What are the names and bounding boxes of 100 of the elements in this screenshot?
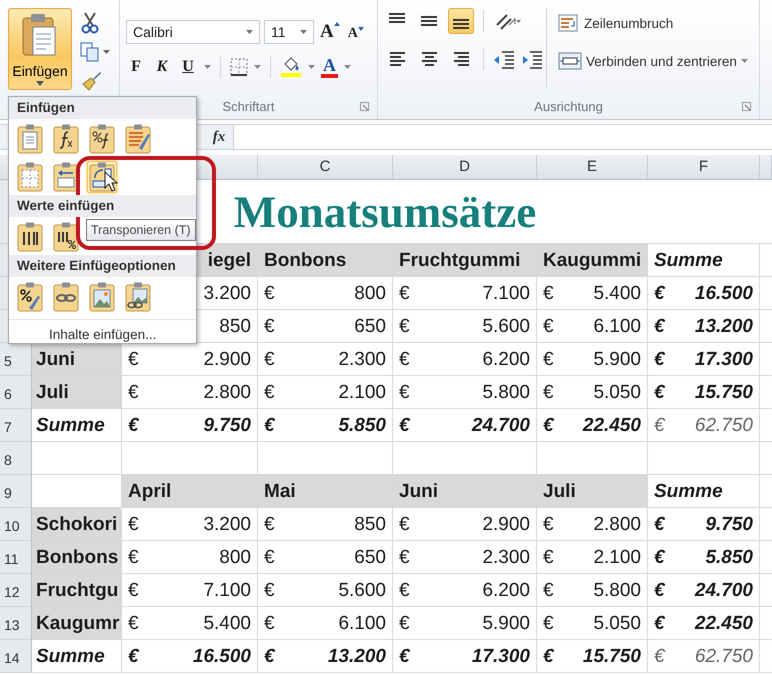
clipboard-linked-picture-icon	[125, 282, 151, 312]
amount: 850	[354, 514, 386, 536]
caret-icon	[740, 59, 748, 63]
currency-symbol: €	[543, 283, 554, 305]
amount: 9.750	[705, 514, 753, 536]
currency-symbol: €	[543, 613, 554, 635]
font-color-button[interactable]: A	[321, 56, 338, 78]
amount: 7.100	[203, 580, 251, 602]
currency-symbol: €	[654, 514, 665, 536]
clipboard-values-percent-icon	[53, 222, 79, 252]
decrease-indent-icon[interactable]	[493, 49, 515, 69]
currency-symbol: €	[264, 613, 275, 635]
font-style-button[interactable]: U	[178, 58, 198, 76]
amount: 5.900	[482, 613, 530, 635]
amount: 15.750	[694, 382, 753, 404]
fill-color-icon[interactable]	[280, 56, 302, 78]
dialog-launcher-icon[interactable]	[360, 102, 369, 111]
copy-icon[interactable]	[80, 42, 100, 62]
amount: 800	[219, 547, 251, 569]
font-style-button[interactable]: F	[126, 58, 146, 76]
caret-icon[interactable]	[103, 50, 110, 54]
up-triangle-icon	[334, 22, 340, 26]
currency-symbol: €	[399, 349, 410, 371]
row-number[interactable]: 13	[0, 607, 32, 640]
lines-icon	[453, 19, 469, 29]
row-number[interactable]: 5	[0, 343, 32, 376]
paintbrush-icon[interactable]	[80, 70, 102, 92]
row-label: Kaugumr	[32, 607, 122, 640]
menu-section-heading: Einfügen	[9, 97, 196, 119]
font-size-dropdown[interactable]: 11	[264, 20, 314, 44]
clipboard-brush-icon	[125, 124, 151, 154]
currency-symbol: €	[399, 514, 410, 536]
row-number[interactable]: 12	[0, 574, 32, 607]
currency-symbol: €	[399, 415, 410, 437]
column-header[interactable]: D	[393, 155, 537, 179]
amount: 2.100	[593, 547, 641, 569]
function-label[interactable]: fx	[205, 125, 233, 149]
font-style-button[interactable]: K	[152, 58, 172, 76]
paste-option-button[interactable]	[87, 123, 117, 155]
row-label: Juni	[32, 343, 122, 376]
font-name-dropdown[interactable]: Calibri	[126, 20, 260, 44]
amount: 5.400	[593, 283, 641, 305]
dialog-launcher-icon[interactable]	[742, 102, 751, 111]
currency-symbol: €	[543, 382, 554, 404]
shrink-font-button[interactable]: A	[346, 26, 366, 42]
currency-symbol: €	[128, 415, 139, 437]
row-number[interactable]: 10	[0, 508, 32, 541]
group-label: Ausrichtung	[534, 98, 603, 116]
caret-icon[interactable]	[308, 65, 315, 69]
currency-symbol: €	[399, 547, 410, 569]
clipboard-formula-icon	[53, 124, 79, 154]
vertical-align-button[interactable]	[448, 8, 474, 34]
currency-symbol: €	[543, 349, 554, 371]
row-number[interactable]: 11	[0, 541, 32, 574]
caret-icon[interactable]	[254, 65, 261, 69]
amount: 3.200	[203, 283, 251, 305]
increase-indent-icon[interactable]	[521, 49, 543, 69]
amount: 3.200	[203, 514, 251, 536]
merge-center-button[interactable]: Verbinden und zentrieren	[556, 49, 750, 73]
column-heading: Fruchtgummi	[393, 244, 537, 277]
amount: 5.600	[338, 580, 386, 602]
currency-symbol: €	[264, 283, 275, 305]
wrap-text-button[interactable]: Zeilenumbruch	[556, 11, 750, 35]
wrap-text-icon	[558, 13, 580, 33]
paste-option-button[interactable]	[51, 221, 81, 253]
amount: 5.600	[482, 316, 530, 338]
row-number[interactable]: 14	[0, 640, 32, 673]
caret-icon[interactable]	[204, 65, 211, 69]
caret-icon	[246, 30, 253, 34]
paste-button[interactable]: Einfügen	[8, 8, 72, 90]
row-number[interactable]: 7	[0, 409, 32, 442]
paste-option-button[interactable]	[15, 281, 45, 313]
paste-option-button[interactable]	[51, 123, 81, 155]
amount: 5.800	[593, 580, 641, 602]
scissors-icon[interactable]	[80, 12, 100, 34]
currency-symbol: €	[264, 580, 275, 602]
amount: 62.750	[694, 646, 753, 668]
currency-symbol: €	[399, 283, 410, 305]
column-header[interactable]: E	[537, 155, 648, 179]
amount: 9.750	[203, 415, 251, 437]
row-number[interactable]: 8	[0, 442, 32, 475]
amount: 5.900	[593, 349, 641, 371]
amount: 15.750	[582, 646, 641, 668]
row-number[interactable]: 6	[0, 376, 32, 409]
amount: 5.050	[593, 382, 641, 404]
amount: 24.700	[694, 580, 753, 602]
currency-symbol: €	[399, 316, 410, 338]
paste-option-button[interactable]	[123, 281, 153, 313]
row-number[interactable]: 9	[0, 475, 32, 508]
amount: 6.200	[482, 349, 530, 371]
column-header[interactable]: F	[648, 155, 760, 179]
caret-icon[interactable]	[344, 65, 351, 69]
paste-special-item[interactable]: Inhalte einfügen...	[49, 327, 156, 342]
column-header[interactable]: C	[258, 155, 393, 179]
mouse-pointer-icon	[104, 171, 118, 192]
grow-font-button[interactable]: A	[318, 21, 342, 43]
paste-option-button[interactable]	[15, 221, 45, 253]
formula-input[interactable]	[233, 125, 772, 149]
borders-icon[interactable]	[230, 58, 248, 76]
sum-label: Summe	[32, 409, 122, 442]
